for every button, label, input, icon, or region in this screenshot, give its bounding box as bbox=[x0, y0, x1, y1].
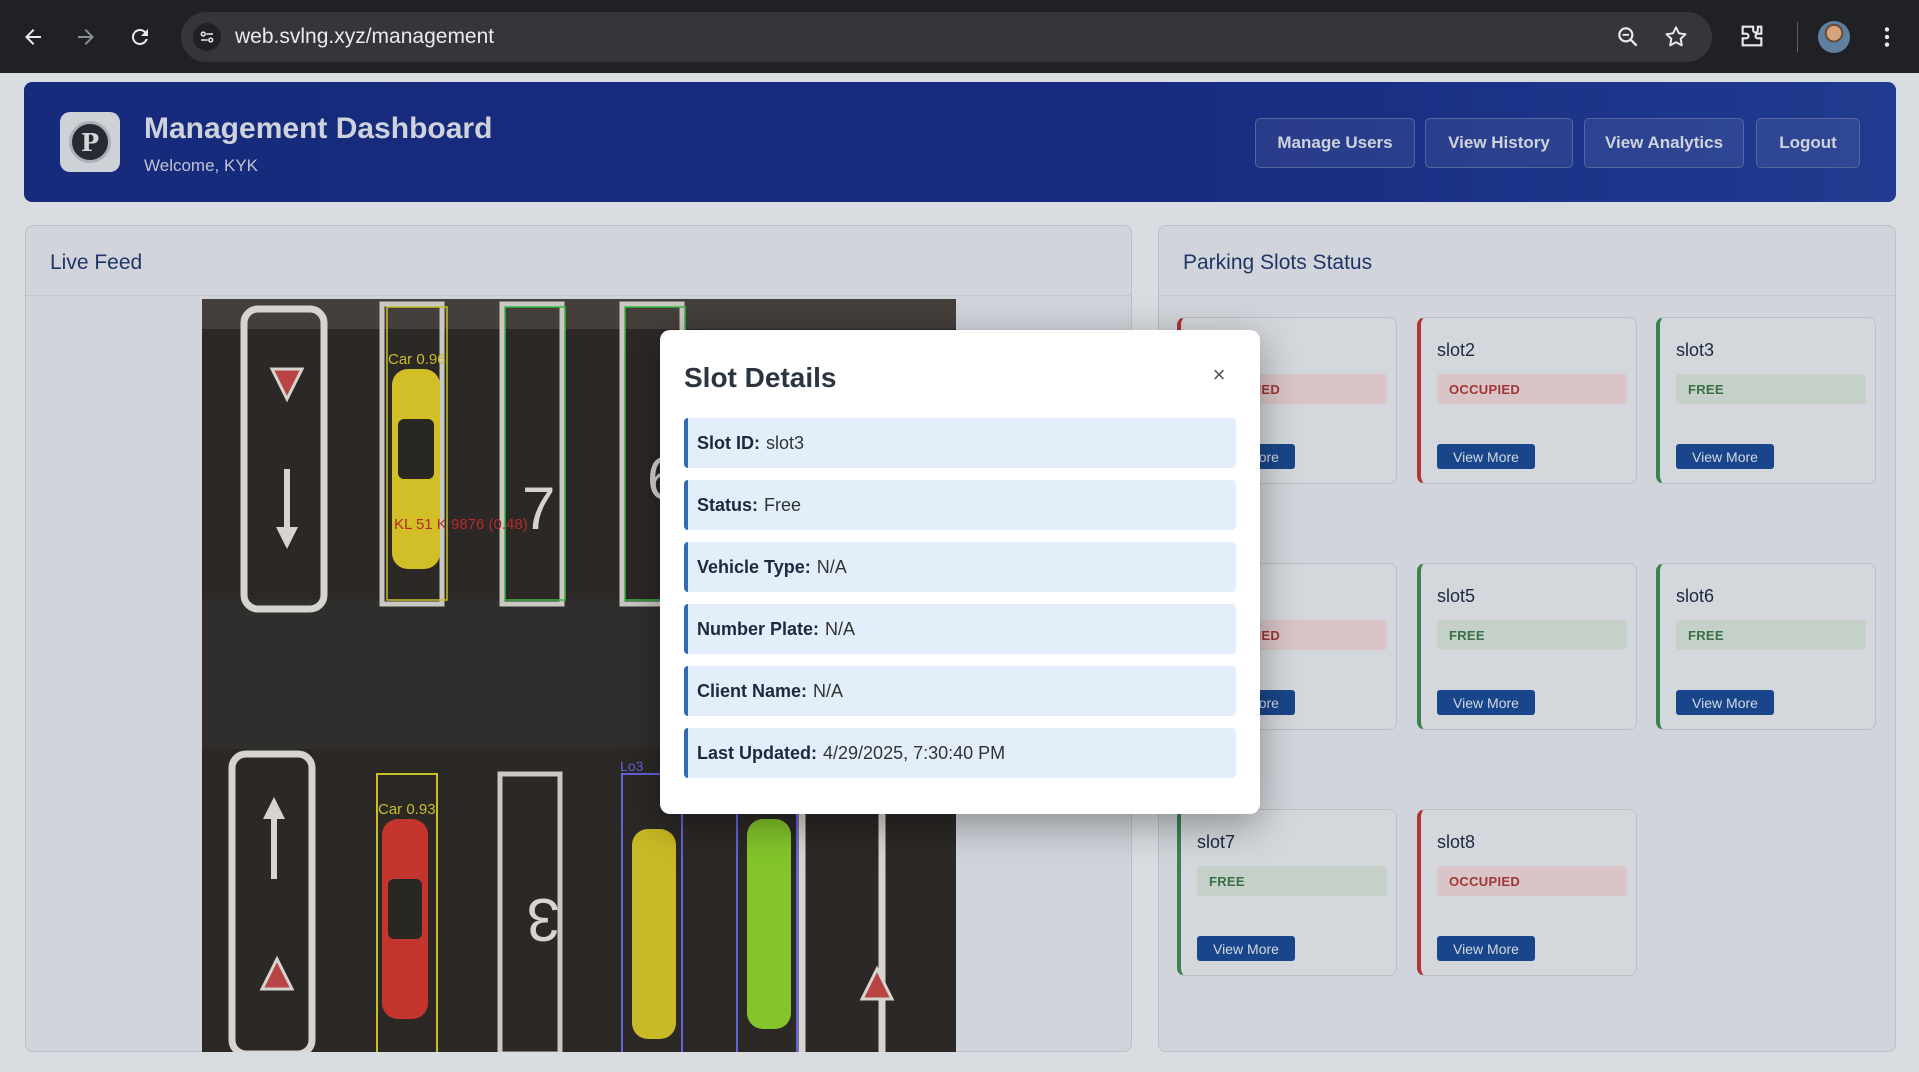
detail-slot-id: Slot ID: slot3 bbox=[684, 418, 1236, 468]
detail-value: Free bbox=[764, 494, 802, 515]
forward-arrow-icon bbox=[78, 29, 94, 45]
detail-value: N/A bbox=[825, 618, 856, 639]
reload-icon bbox=[131, 28, 148, 45]
forward-button[interactable] bbox=[69, 20, 103, 54]
extensions-puzzle-icon[interactable] bbox=[1738, 22, 1766, 50]
detail-value: N/A bbox=[813, 680, 844, 701]
url-host: web.svlng.xyz bbox=[235, 25, 366, 48]
detail-label: Slot ID: bbox=[697, 432, 760, 453]
detail-value: N/A bbox=[816, 556, 847, 577]
bookmark-star-icon[interactable] bbox=[1663, 24, 1689, 50]
slot-details-modal: Slot Details × Slot ID: slot3 Status: Fr… bbox=[660, 330, 1260, 814]
detail-number-plate: Number Plate: N/A bbox=[684, 604, 1236, 654]
detail-client-name: Client Name: N/A bbox=[684, 666, 1236, 716]
modal-title: Slot Details bbox=[684, 362, 837, 393]
url-path: /management bbox=[365, 25, 495, 48]
browser-toolbar: web.svlng.xyz/management bbox=[0, 0, 1919, 73]
detail-status: Status: Free bbox=[684, 480, 1236, 530]
detail-vehicle-type: Vehicle Type: N/A bbox=[684, 542, 1236, 592]
site-settings-icon[interactable] bbox=[193, 23, 221, 51]
reload-button[interactable] bbox=[123, 20, 157, 54]
zoom-icon[interactable] bbox=[1615, 24, 1641, 50]
close-icon[interactable]: × bbox=[1206, 362, 1232, 388]
detail-last-updated: Last Updated: 4/29/2025, 7:30:40 PM bbox=[684, 728, 1236, 778]
more-menu-icon[interactable] bbox=[1874, 22, 1900, 52]
detail-label: Last Updated: bbox=[697, 742, 818, 763]
toolbar-separator bbox=[1797, 22, 1798, 52]
detail-value: slot3 bbox=[766, 432, 805, 453]
detail-label: Status: bbox=[697, 494, 759, 515]
detail-label: Vehicle Type: bbox=[697, 556, 811, 577]
profile-avatar[interactable] bbox=[1818, 21, 1850, 53]
back-button[interactable] bbox=[16, 20, 50, 54]
detail-label: Number Plate: bbox=[697, 618, 820, 639]
back-arrow-icon bbox=[25, 29, 41, 45]
url-text: web.svlng.xyz/management bbox=[235, 25, 494, 49]
detail-value: 4/29/2025, 7:30:40 PM bbox=[823, 742, 1006, 763]
address-bar[interactable]: web.svlng.xyz/management bbox=[181, 12, 1712, 62]
detail-label: Client Name: bbox=[697, 680, 808, 701]
